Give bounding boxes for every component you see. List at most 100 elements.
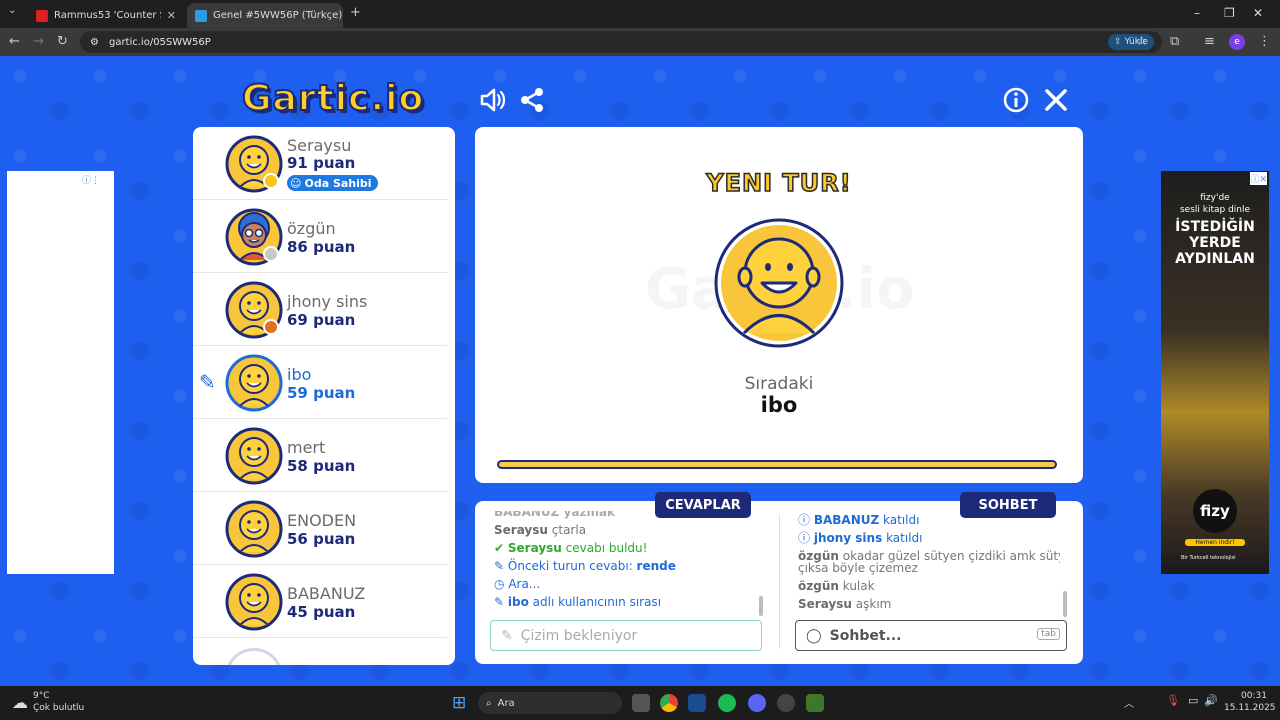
- ad-brand-logo: fizy: [1193, 489, 1237, 533]
- smile-icon: ☺: [290, 176, 302, 190]
- chat-bubble-icon: ◯: [806, 627, 822, 644]
- answer-line: Seraysu çtarla: [494, 521, 764, 539]
- player-name: ibo: [287, 365, 312, 384]
- player-avatar-icon: [225, 573, 283, 631]
- clock-icon: ◷: [494, 577, 505, 591]
- spotify-icon[interactable]: [718, 694, 736, 712]
- close-window-icon[interactable]: ✕: [1253, 6, 1263, 20]
- ad-brand: fizy: [1200, 502, 1230, 520]
- ad-info-icon[interactable]: ⓘ⋮: [82, 173, 100, 186]
- chat-input[interactable]: ◯ Sohbet... tab: [795, 620, 1067, 651]
- answer-placeholder: Çizim bekleniyor: [520, 627, 638, 644]
- bottom-panels: CEVAPLAR SOHBET BABANUZ yazmak Seraysu ç…: [475, 492, 1083, 664]
- forward-icon[interactable]: →: [33, 34, 44, 49]
- ad-cta[interactable]: Hemen indir!: [1185, 539, 1245, 546]
- discord-icon[interactable]: [748, 694, 766, 712]
- next-player-name: ibo: [760, 393, 798, 417]
- clock-date[interactable]: 15.11.2025: [1224, 703, 1276, 713]
- chat-log: ⓘ BABANUZ katıldı ⓘ jhony sins katıldı ö…: [798, 511, 1060, 619]
- taskbar-search[interactable]: ⌕ Ara: [478, 692, 622, 714]
- tray-chevron-icon[interactable]: ︿: [1124, 695, 1134, 710]
- check-icon: ✔: [494, 541, 505, 555]
- sound-icon[interactable]: [479, 86, 507, 114]
- player-list: Seraysu 91 puan ☺ Oda Sahibi özgün 86 pu…: [193, 127, 455, 665]
- reload-icon[interactable]: ↻: [57, 34, 68, 49]
- tab-title: Rammus53 'Counter Strike 2' O: [54, 10, 161, 21]
- answer-input[interactable]: ✎ Çizim bekleniyor: [490, 620, 762, 651]
- info-icon[interactable]: [1002, 86, 1030, 114]
- site-info-icon[interactable]: ⚙: [90, 37, 99, 48]
- ad-left[interactable]: ⓘ⋮: [7, 171, 114, 574]
- chat-text: katıldı: [886, 531, 923, 545]
- answer-line-turn: ✎ ibo adlı kullanıcının sırası: [494, 593, 764, 611]
- tab-rammus[interactable]: Rammus53 'Counter Strike 2' O ✕: [28, 3, 184, 28]
- answer-user: Seraysu: [494, 523, 548, 537]
- tab-gartic[interactable]: Genel #5WW56P (Türkçe) ✕: [187, 3, 343, 28]
- upload-icon: ⇪: [1114, 37, 1122, 47]
- clock-time[interactable]: 00:31: [1241, 691, 1267, 701]
- player-score: 58 puan: [287, 457, 356, 475]
- answers-log: BABANUZ yazmak Seraysu çtarla ✔ Seraysu …: [494, 511, 764, 619]
- youtube-icon: [36, 9, 48, 22]
- gartic-favicon-icon: [195, 9, 207, 22]
- player-avatar-icon: [225, 500, 283, 558]
- chrome-icon[interactable]: [660, 694, 678, 712]
- steam-icon[interactable]: [688, 694, 706, 712]
- player-row[interactable]: Seraysu 91 puan ☺ Oda Sahibi: [193, 127, 447, 200]
- ad-footer: Bir Turkcell teknolojisi: [1181, 555, 1236, 561]
- ad-line5: AYDINLAN: [1175, 251, 1255, 267]
- room-owner-badge: ☺ Oda Sahibi: [287, 175, 378, 191]
- game-app-icon[interactable]: [806, 694, 824, 712]
- minimize-icon[interactable]: –: [1194, 6, 1200, 20]
- pencil-icon: ✎: [199, 370, 216, 394]
- browser-tab-bar: ⌄ Rammus53 'Counter Strike 2' O ✕ Genel …: [0, 0, 1280, 28]
- round-timer-fill: [499, 462, 1055, 467]
- extensions-icon[interactable]: ⧉: [1170, 34, 1179, 49]
- chat-user: jhony sins: [813, 531, 883, 545]
- answers-scrollbar[interactable]: [759, 596, 763, 616]
- volume-icon[interactable]: 🔊: [1204, 694, 1218, 707]
- tab-key-hint: tab: [1037, 628, 1060, 640]
- weather-icon[interactable]: ☁: [12, 693, 28, 712]
- answer-text: çtarla: [551, 523, 587, 537]
- mic-icon[interactable]: 🎙: [1166, 694, 1180, 707]
- chat-scrollbar[interactable]: [1063, 591, 1067, 617]
- close-icon[interactable]: [1042, 86, 1070, 114]
- chat-user: özgün: [798, 579, 839, 593]
- empty-slot-avatar: [225, 648, 283, 665]
- close-tab-icon[interactable]: ✕: [167, 9, 176, 22]
- new-tab-button[interactable]: +: [350, 5, 361, 20]
- player-name: özgün: [287, 219, 336, 238]
- chat-line: ⓘ BABANUZ katıldı: [798, 511, 1060, 529]
- info-icon: ⓘ: [798, 513, 811, 527]
- ad-line4: YERDE: [1189, 235, 1241, 251]
- player-score: 69 puan: [287, 311, 356, 329]
- player-row[interactable]: özgün 86 puan: [193, 200, 447, 273]
- back-icon[interactable]: ←: [9, 34, 20, 49]
- player-name: mert: [287, 438, 326, 457]
- player-row[interactable]: ENODEN 56 puan: [193, 492, 447, 565]
- answer-line-correct: ✔ Seraysu cevabı buldu!: [494, 539, 764, 557]
- ad-info-icon[interactable]: ⓘ✕: [1250, 172, 1267, 185]
- start-icon[interactable]: ⊞: [452, 693, 466, 713]
- ad-right-fizy[interactable]: ⓘ✕ fizy'de sesli kitap dinle İSTEDİĞİN Y…: [1161, 171, 1269, 574]
- media-icon[interactable]: ≡: [1204, 34, 1215, 49]
- network-icon[interactable]: ▭: [1188, 694, 1198, 707]
- answer-text: cevabı buldu!: [565, 541, 648, 555]
- task-view-icon[interactable]: [632, 694, 650, 712]
- share-icon[interactable]: [518, 86, 546, 114]
- player-row[interactable]: jhony sins 69 puan: [193, 273, 447, 346]
- tab-list-icon[interactable]: ⌄: [8, 5, 16, 16]
- profile-avatar[interactable]: e: [1229, 34, 1245, 50]
- app-icon[interactable]: [777, 694, 795, 712]
- bookmark-star-icon[interactable]: ☆: [1136, 34, 1148, 49]
- weather-temp: 9°C: [33, 691, 50, 701]
- answer-line-break: ◷ Ara...: [494, 575, 764, 593]
- maximize-icon[interactable]: ❐: [1224, 6, 1235, 20]
- player-row[interactable]: mert 58 puan: [193, 419, 447, 492]
- ad-line1: fizy'de: [1200, 193, 1230, 203]
- player-row-drawing[interactable]: ✎ ibo 59 puan: [193, 346, 447, 419]
- address-bar[interactable]: ⚙ gartic.io/05SWW56P ⇪ Yükle: [80, 31, 1162, 53]
- player-row[interactable]: BABANUZ 45 puan: [193, 565, 447, 638]
- menu-kebab-icon[interactable]: ⋮: [1258, 34, 1271, 49]
